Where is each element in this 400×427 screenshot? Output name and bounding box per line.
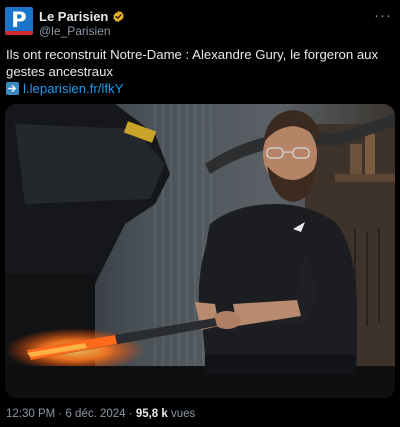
views-label: vues (167, 408, 196, 420)
account-handle[interactable]: @le_Parisien (39, 24, 111, 38)
tweet-meta: 12:30 PM · 6 déc. 2024 · 95,8 k vues (6, 408, 195, 420)
views-count[interactable]: 95,8 k (136, 408, 168, 420)
verified-badge-icon[interactable] (112, 10, 125, 23)
meta-separator-2: · (125, 408, 136, 420)
author-name-row: Le Parisien (39, 8, 125, 24)
avatar-letter: P (11, 8, 27, 32)
more-options-icon[interactable]: ··· (374, 7, 392, 24)
tweet-photo[interactable] (5, 104, 395, 398)
tweet-time[interactable]: 12:30 PM (6, 408, 55, 420)
tweet-link-row: l.leparisien.fr/lfkY (6, 80, 123, 96)
blacksmith-photo-illustration (5, 104, 395, 398)
display-name[interactable]: Le Parisien (39, 9, 108, 24)
tweet-card: P Le Parisien @le_Parisien ··· Ils ont r… (0, 0, 400, 427)
tweet-link[interactable]: l.leparisien.fr/lfkY (23, 81, 123, 96)
right-arrow-icon (6, 81, 19, 95)
avatar[interactable]: P (5, 7, 33, 35)
tweet-date[interactable]: 6 déc. 2024 (65, 408, 125, 420)
meta-separator: · (55, 408, 66, 420)
avatar-brand-bar (5, 31, 33, 35)
tweet-text: Ils ont reconstruit Notre-Dame : Alexand… (6, 47, 379, 79)
